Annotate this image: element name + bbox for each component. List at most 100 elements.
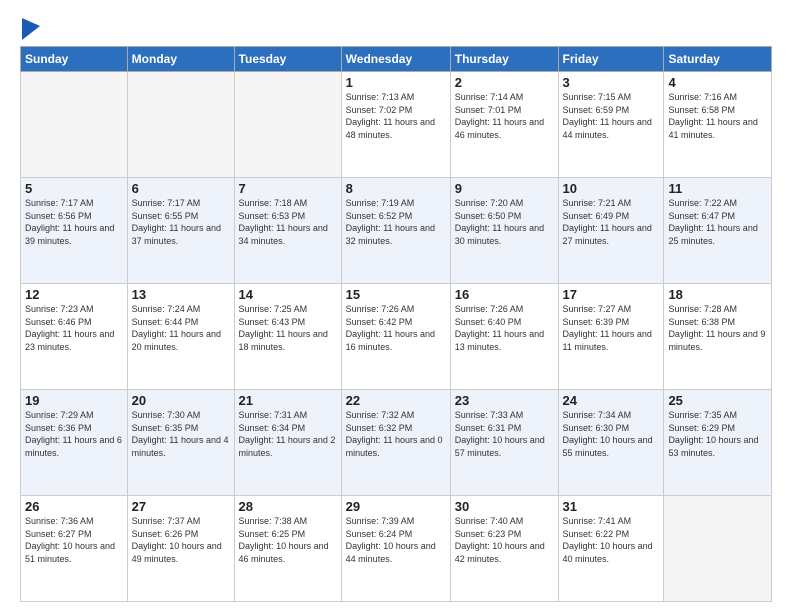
calendar-week-row: 1Sunrise: 7:13 AM Sunset: 7:02 PM Daylig… <box>21 72 772 178</box>
calendar-day-cell: 8Sunrise: 7:19 AM Sunset: 6:52 PM Daylig… <box>341 178 450 284</box>
calendar-day-cell <box>127 72 234 178</box>
calendar-day-cell: 1Sunrise: 7:13 AM Sunset: 7:02 PM Daylig… <box>341 72 450 178</box>
calendar-day-cell: 18Sunrise: 7:28 AM Sunset: 6:38 PM Dayli… <box>664 284 772 390</box>
calendar-day-header: Friday <box>558 47 664 72</box>
day-info: Sunrise: 7:16 AM Sunset: 6:58 PM Dayligh… <box>668 91 767 141</box>
logo <box>20 18 40 36</box>
calendar-day-header: Tuesday <box>234 47 341 72</box>
day-info: Sunrise: 7:27 AM Sunset: 6:39 PM Dayligh… <box>563 303 660 353</box>
day-number: 24 <box>563 393 660 408</box>
day-info: Sunrise: 7:17 AM Sunset: 6:55 PM Dayligh… <box>132 197 230 247</box>
day-number: 2 <box>455 75 554 90</box>
day-number: 20 <box>132 393 230 408</box>
calendar-day-header: Wednesday <box>341 47 450 72</box>
calendar-day-cell: 17Sunrise: 7:27 AM Sunset: 6:39 PM Dayli… <box>558 284 664 390</box>
day-info: Sunrise: 7:29 AM Sunset: 6:36 PM Dayligh… <box>25 409 123 459</box>
day-info: Sunrise: 7:19 AM Sunset: 6:52 PM Dayligh… <box>346 197 446 247</box>
day-number: 14 <box>239 287 337 302</box>
calendar-day-header: Monday <box>127 47 234 72</box>
day-number: 22 <box>346 393 446 408</box>
day-number: 10 <box>563 181 660 196</box>
day-info: Sunrise: 7:33 AM Sunset: 6:31 PM Dayligh… <box>455 409 554 459</box>
day-info: Sunrise: 7:20 AM Sunset: 6:50 PM Dayligh… <box>455 197 554 247</box>
day-number: 18 <box>668 287 767 302</box>
day-number: 4 <box>668 75 767 90</box>
day-number: 16 <box>455 287 554 302</box>
day-info: Sunrise: 7:26 AM Sunset: 6:40 PM Dayligh… <box>455 303 554 353</box>
calendar-day-cell: 31Sunrise: 7:41 AM Sunset: 6:22 PM Dayli… <box>558 496 664 602</box>
day-number: 31 <box>563 499 660 514</box>
day-number: 19 <box>25 393 123 408</box>
calendar-day-cell: 29Sunrise: 7:39 AM Sunset: 6:24 PM Dayli… <box>341 496 450 602</box>
calendar-day-header: Saturday <box>664 47 772 72</box>
calendar-day-cell: 24Sunrise: 7:34 AM Sunset: 6:30 PM Dayli… <box>558 390 664 496</box>
day-number: 15 <box>346 287 446 302</box>
day-number: 29 <box>346 499 446 514</box>
day-info: Sunrise: 7:24 AM Sunset: 6:44 PM Dayligh… <box>132 303 230 353</box>
day-number: 13 <box>132 287 230 302</box>
calendar-day-cell: 21Sunrise: 7:31 AM Sunset: 6:34 PM Dayli… <box>234 390 341 496</box>
calendar-day-cell: 20Sunrise: 7:30 AM Sunset: 6:35 PM Dayli… <box>127 390 234 496</box>
calendar-day-cell: 27Sunrise: 7:37 AM Sunset: 6:26 PM Dayli… <box>127 496 234 602</box>
day-info: Sunrise: 7:15 AM Sunset: 6:59 PM Dayligh… <box>563 91 660 141</box>
day-info: Sunrise: 7:28 AM Sunset: 6:38 PM Dayligh… <box>668 303 767 353</box>
calendar-table: SundayMondayTuesdayWednesdayThursdayFrid… <box>20 46 772 602</box>
calendar-week-row: 19Sunrise: 7:29 AM Sunset: 6:36 PM Dayli… <box>21 390 772 496</box>
day-number: 30 <box>455 499 554 514</box>
page: SundayMondayTuesdayWednesdayThursdayFrid… <box>0 0 792 612</box>
calendar-day-cell: 12Sunrise: 7:23 AM Sunset: 6:46 PM Dayli… <box>21 284 128 390</box>
day-info: Sunrise: 7:18 AM Sunset: 6:53 PM Dayligh… <box>239 197 337 247</box>
day-info: Sunrise: 7:35 AM Sunset: 6:29 PM Dayligh… <box>668 409 767 459</box>
day-number: 1 <box>346 75 446 90</box>
header <box>20 18 772 36</box>
day-number: 21 <box>239 393 337 408</box>
day-info: Sunrise: 7:31 AM Sunset: 6:34 PM Dayligh… <box>239 409 337 459</box>
calendar-day-header: Thursday <box>450 47 558 72</box>
calendar-day-cell: 13Sunrise: 7:24 AM Sunset: 6:44 PM Dayli… <box>127 284 234 390</box>
day-number: 8 <box>346 181 446 196</box>
day-info: Sunrise: 7:25 AM Sunset: 6:43 PM Dayligh… <box>239 303 337 353</box>
day-number: 28 <box>239 499 337 514</box>
day-number: 3 <box>563 75 660 90</box>
day-info: Sunrise: 7:40 AM Sunset: 6:23 PM Dayligh… <box>455 515 554 565</box>
calendar-day-cell: 19Sunrise: 7:29 AM Sunset: 6:36 PM Dayli… <box>21 390 128 496</box>
day-info: Sunrise: 7:34 AM Sunset: 6:30 PM Dayligh… <box>563 409 660 459</box>
day-info: Sunrise: 7:39 AM Sunset: 6:24 PM Dayligh… <box>346 515 446 565</box>
calendar-day-cell: 9Sunrise: 7:20 AM Sunset: 6:50 PM Daylig… <box>450 178 558 284</box>
calendar-day-cell: 25Sunrise: 7:35 AM Sunset: 6:29 PM Dayli… <box>664 390 772 496</box>
day-info: Sunrise: 7:36 AM Sunset: 6:27 PM Dayligh… <box>25 515 123 565</box>
calendar-day-cell <box>21 72 128 178</box>
day-info: Sunrise: 7:32 AM Sunset: 6:32 PM Dayligh… <box>346 409 446 459</box>
calendar-week-row: 5Sunrise: 7:17 AM Sunset: 6:56 PM Daylig… <box>21 178 772 284</box>
day-info: Sunrise: 7:41 AM Sunset: 6:22 PM Dayligh… <box>563 515 660 565</box>
day-info: Sunrise: 7:26 AM Sunset: 6:42 PM Dayligh… <box>346 303 446 353</box>
day-number: 5 <box>25 181 123 196</box>
day-number: 11 <box>668 181 767 196</box>
day-number: 12 <box>25 287 123 302</box>
day-info: Sunrise: 7:38 AM Sunset: 6:25 PM Dayligh… <box>239 515 337 565</box>
calendar-day-cell: 2Sunrise: 7:14 AM Sunset: 7:01 PM Daylig… <box>450 72 558 178</box>
logo-icon <box>22 18 40 40</box>
calendar-week-row: 12Sunrise: 7:23 AM Sunset: 6:46 PM Dayli… <box>21 284 772 390</box>
day-info: Sunrise: 7:13 AM Sunset: 7:02 PM Dayligh… <box>346 91 446 141</box>
calendar-day-cell: 7Sunrise: 7:18 AM Sunset: 6:53 PM Daylig… <box>234 178 341 284</box>
calendar-header-row: SundayMondayTuesdayWednesdayThursdayFrid… <box>21 47 772 72</box>
calendar-day-cell: 4Sunrise: 7:16 AM Sunset: 6:58 PM Daylig… <box>664 72 772 178</box>
day-info: Sunrise: 7:37 AM Sunset: 6:26 PM Dayligh… <box>132 515 230 565</box>
calendar-day-cell: 3Sunrise: 7:15 AM Sunset: 6:59 PM Daylig… <box>558 72 664 178</box>
calendar-day-cell: 30Sunrise: 7:40 AM Sunset: 6:23 PM Dayli… <box>450 496 558 602</box>
calendar-day-cell <box>664 496 772 602</box>
calendar-day-cell: 10Sunrise: 7:21 AM Sunset: 6:49 PM Dayli… <box>558 178 664 284</box>
day-number: 25 <box>668 393 767 408</box>
calendar-day-cell: 23Sunrise: 7:33 AM Sunset: 6:31 PM Dayli… <box>450 390 558 496</box>
day-info: Sunrise: 7:30 AM Sunset: 6:35 PM Dayligh… <box>132 409 230 459</box>
calendar-day-cell: 15Sunrise: 7:26 AM Sunset: 6:42 PM Dayli… <box>341 284 450 390</box>
day-number: 6 <box>132 181 230 196</box>
calendar-week-row: 26Sunrise: 7:36 AM Sunset: 6:27 PM Dayli… <box>21 496 772 602</box>
day-info: Sunrise: 7:23 AM Sunset: 6:46 PM Dayligh… <box>25 303 123 353</box>
calendar-day-cell: 16Sunrise: 7:26 AM Sunset: 6:40 PM Dayli… <box>450 284 558 390</box>
day-number: 26 <box>25 499 123 514</box>
calendar-day-header: Sunday <box>21 47 128 72</box>
calendar-day-cell: 28Sunrise: 7:38 AM Sunset: 6:25 PM Dayli… <box>234 496 341 602</box>
calendar-day-cell: 26Sunrise: 7:36 AM Sunset: 6:27 PM Dayli… <box>21 496 128 602</box>
